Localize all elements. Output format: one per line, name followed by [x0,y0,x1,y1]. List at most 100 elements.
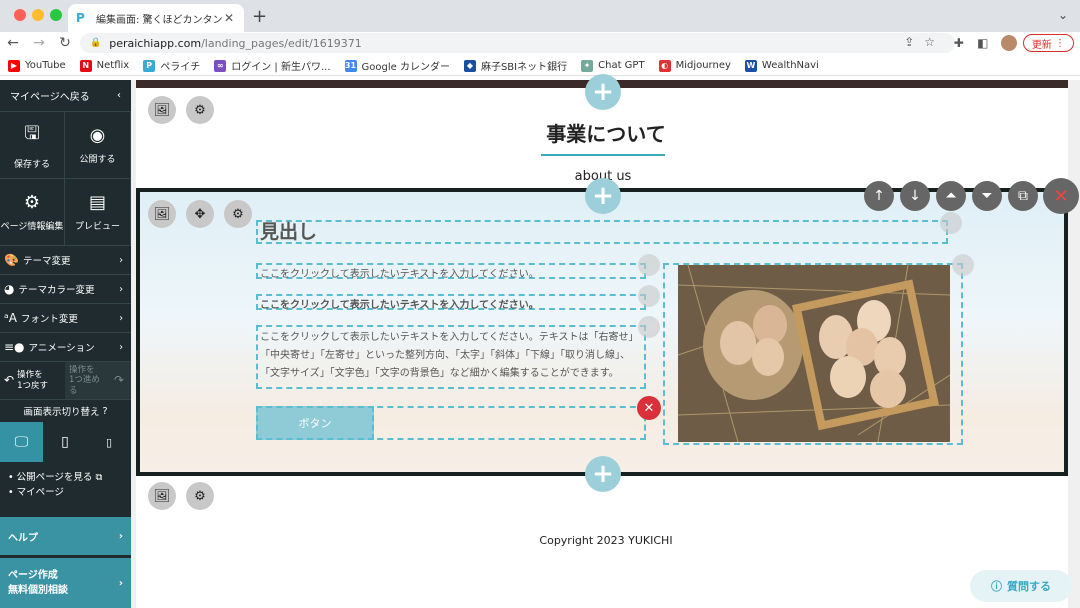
image-icon: 🖼 [153,206,171,222]
desktop-view-button[interactable]: 🖵 [0,422,43,462]
bookmark-label: ペライチ [160,62,201,73]
address-bar[interactable]: 🔒 peraichiapp.com /landing_pages/edit/16… [80,33,955,53]
block-settings-button[interactable]: ⚙ [186,482,214,510]
bookmark-favicon-icon: ∞ [214,59,227,72]
bookmark-label: Netflix [96,60,130,71]
bookmark-item[interactable]: N Netflix [79,59,130,72]
browser-tab-bar: P 編集画面: 驚くほどカンタン！無料 ✕ + ⌄ [0,0,1080,32]
animation-item[interactable]: ≡● アニメーション › [0,333,131,362]
selected-content-block[interactable]: 🖼 ✥ ⚙ 見出し ここをクリックして表示したいテキストを入力してください。 こ… [136,188,1068,476]
move-to-bottom-button[interactable]: ⏷ [972,181,1002,211]
back-to-mypage[interactable]: マイページへ戻る ‹ [0,80,131,112]
reload-icon[interactable]: ↻ [52,35,78,51]
background-image-button[interactable]: 🖼 [148,482,176,510]
add-block-button[interactable]: + [585,456,621,492]
cta-button[interactable]: ボタン [256,406,374,440]
gear-icon: ⚙ [232,206,244,222]
chevron-right-icon: › [119,283,123,295]
bookmark-label: Chat GPT [598,60,645,71]
preview-button[interactable]: ▤ プレビュー [65,179,131,246]
add-block-button[interactable]: + [585,74,621,110]
undo-button[interactable]: ↶ 操作を 1つ戻す [0,362,65,399]
font-icon: ᵃA [4,311,17,325]
block-settings-button[interactable]: ⚙ [186,96,214,124]
publish-button[interactable]: ◉ 公開する [65,112,131,179]
block-background-image-button[interactable]: 🖼 [148,200,176,228]
move-up-button[interactable]: ↑ [864,181,894,211]
theme-color-item[interactable]: ◕ テーマカラー変更 › [0,275,131,304]
free-consultation-item[interactable]: ページ作成 無料個別相談 › [0,558,131,608]
bookmark-item[interactable]: ◐ Midjourney [658,59,731,72]
heading-underline [541,154,665,156]
bookmark-item[interactable]: W WealthNavi [744,59,819,72]
element-handle[interactable] [952,254,974,276]
window-maximize-button[interactable] [50,9,62,21]
update-button[interactable]: 更新 ⋮ [1022,34,1074,52]
sidebar-panel-icon[interactable]: ◧ [971,36,995,50]
question-circle-icon: ⓘ [991,580,1002,593]
bookmark-favicon-icon: W [744,59,757,72]
bookmark-item[interactable]: P ペライチ [143,58,200,73]
chevron-right-icon: › [119,254,123,266]
bookmark-item[interactable]: ▶ YouTube [8,59,66,72]
share-star-icons[interactable]: ⇪☆ [904,35,945,49]
new-tab-icon[interactable]: + [252,6,267,27]
save-button[interactable]: 🖫 保存する [0,112,65,179]
block-settings-button[interactable]: ⚙ [224,200,252,228]
page-info-button[interactable]: ⚙ ページ情報編集 [0,179,65,246]
tablet-view-button[interactable]: ▯ [43,422,87,462]
ask-question-button[interactable]: ⓘ 質問する [970,570,1072,602]
redo-button[interactable]: 操作を 1つ進める ↷ [65,362,131,399]
color-palette-icon: ◕ [4,282,15,296]
bookmark-label: YouTube [25,60,66,71]
tab-close-icon[interactable]: ✕ [222,11,236,25]
text-field-3[interactable]: ここをクリックして表示したいテキストを入力してください。テキストは「右寄せ」「中… [256,325,646,389]
view-switch-title: 画面表示切り替え ? [23,405,108,419]
bookmark-item[interactable]: ◆ 麻子SBIネット銀行 [463,58,567,73]
help-circle-icon[interactable]: ? [103,406,108,417]
help-item[interactable]: ヘルプ › [0,517,131,555]
background-image-button[interactable]: 🖼 [148,96,176,124]
profile-avatar[interactable] [1000,35,1017,51]
forward-arrow-icon[interactable]: → [26,35,52,51]
preview-page-icon: ▤ [88,192,106,213]
block-title-field[interactable]: 見出し [256,220,948,244]
bookmark-favicon-icon: P [143,59,156,72]
move-arrows-icon: ✥ [194,206,206,222]
bookmark-label: WealthNavi [761,60,819,71]
move-block-button[interactable]: ✥ [186,200,214,228]
bookmark-label: Midjourney [675,60,731,71]
footer-copyright[interactable]: Copyright 2023 YUKICHI [516,534,696,547]
move-down-button[interactable]: ↓ [900,181,930,211]
mypage-link[interactable]: • マイページ [8,485,123,500]
bookmark-favicon-icon: ✦ [581,59,594,72]
move-to-top-button[interactable]: ⏶ [936,181,966,211]
eggs-photo[interactable] [678,265,950,442]
public-page-link[interactable]: • 公開ページを見る ⧉ [8,470,123,485]
tab-title: 編集画面: 驚くほどカンタン！無料 [96,14,222,26]
bookmark-item[interactable]: ∞ ログイン | 新生パワ... [214,58,331,73]
window-minimize-button[interactable] [32,9,44,21]
theme-change-item[interactable]: 🎨 テーマ変更 › [0,246,131,275]
element-handle[interactable] [638,285,660,307]
text-field-1[interactable]: ここをクリックして表示したいテキストを入力してください。 [256,263,646,280]
add-block-button[interactable]: + [585,178,621,214]
extensions-puzzle-icon[interactable]: ✚ [947,36,971,50]
element-handle[interactable] [638,254,660,276]
back-arrow-icon[interactable]: ← [0,35,26,51]
text-field-2[interactable]: ここをクリックして表示したいテキストを入力してください。 [256,294,646,311]
browser-tab[interactable]: P 編集画面: 驚くほどカンタン！無料 ✕ [68,4,244,32]
bookmark-item[interactable]: ✦ Chat GPT [581,59,645,72]
window-close-button[interactable] [14,9,26,21]
url-host: peraichiapp.com [109,36,202,50]
element-handle[interactable] [638,316,660,338]
delete-element-button[interactable]: ✕ [637,396,661,420]
delete-block-button[interactable]: ✕ [1043,178,1079,214]
element-handle[interactable] [940,212,962,234]
font-change-item[interactable]: ᵃA フォント変更 › [0,304,131,333]
section-heading[interactable]: 事業について [541,118,671,147]
tab-list-chevron-icon[interactable]: ⌄ [1058,8,1068,22]
duplicate-block-button[interactable]: ⧉ [1008,181,1038,211]
mobile-view-button[interactable]: ▯ [87,422,131,462]
bookmark-item[interactable]: 31 Google カレンダー [344,58,450,73]
